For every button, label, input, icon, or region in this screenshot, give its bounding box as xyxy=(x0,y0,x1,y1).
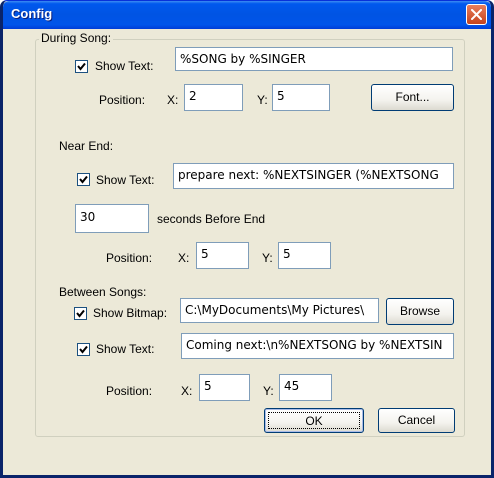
bitmap-path-field[interactable]: C:\MyDocuments\My Pictures\ xyxy=(180,298,379,323)
config-dialog: Config During Song: Show Text: %SONG by … xyxy=(0,0,494,478)
during-song-text-field[interactable]: %SONG by %SINGER xyxy=(175,47,453,71)
font-button[interactable]: Font... xyxy=(371,84,454,111)
during-song-legend: During Song: xyxy=(39,31,114,45)
seconds-before-end-label: seconds Before End xyxy=(157,212,266,226)
near-end-x-field[interactable]: 5 xyxy=(196,242,249,269)
checkmark-icon xyxy=(77,62,86,71)
near-end-y-label: Y: xyxy=(262,251,273,265)
between-songs-text-field[interactable]: Coming next:\n%NEXTSONG by %NEXTSIN xyxy=(181,333,454,359)
during-song-position-label: Position: xyxy=(99,93,146,107)
near-end-x-label: X: xyxy=(178,251,190,265)
between-songs-label: Between Songs: xyxy=(59,285,147,299)
checkmark-icon xyxy=(79,345,88,354)
between-songs-position-label: Position: xyxy=(106,384,153,398)
near-end-y-field[interactable]: 5 xyxy=(278,242,331,269)
near-end-show-text-label: Show Text: xyxy=(96,173,155,187)
during-song-show-text-label: Show Text: xyxy=(95,59,154,73)
show-bitmap-checkbox[interactable] xyxy=(74,307,87,320)
between-songs-show-text-checkbox[interactable] xyxy=(77,343,90,356)
ok-button[interactable]: OK xyxy=(264,408,364,433)
between-songs-show-text-label: Show Text: xyxy=(96,342,155,356)
show-bitmap-label: Show Bitmap: xyxy=(93,306,168,320)
during-song-x-field[interactable]: 2 xyxy=(184,84,243,111)
near-end-show-text-checkbox[interactable] xyxy=(77,173,90,186)
checkmark-icon xyxy=(76,309,85,318)
during-song-show-text-checkbox[interactable] xyxy=(75,60,88,73)
dialog-body: During Song: Show Text: %SONG by %SINGER… xyxy=(3,29,491,475)
checkmark-icon xyxy=(79,175,88,184)
seconds-before-end-field[interactable]: 30 xyxy=(75,204,149,233)
near-end-label: Near End: xyxy=(59,139,114,153)
during-song-x-label: X: xyxy=(167,93,179,107)
near-end-position-label: Position: xyxy=(106,251,153,265)
during-song-y-field[interactable]: 5 xyxy=(272,84,330,111)
title-bar[interactable]: Config xyxy=(3,1,491,29)
between-songs-y-field[interactable]: 45 xyxy=(279,374,332,401)
between-songs-x-label: X: xyxy=(181,384,193,398)
between-songs-y-label: Y: xyxy=(263,384,274,398)
browse-button[interactable]: Browse xyxy=(386,298,454,325)
close-icon xyxy=(471,9,482,20)
ok-button-label: OK xyxy=(268,412,360,429)
during-song-y-label: Y: xyxy=(257,93,268,107)
cancel-button[interactable]: Cancel xyxy=(378,408,455,433)
close-button[interactable] xyxy=(466,4,487,25)
between-songs-x-field[interactable]: 5 xyxy=(199,374,250,401)
window-title: Config xyxy=(11,6,53,21)
near-end-text-field[interactable]: prepare next: %NEXTSINGER (%NEXTSONG xyxy=(173,163,454,189)
